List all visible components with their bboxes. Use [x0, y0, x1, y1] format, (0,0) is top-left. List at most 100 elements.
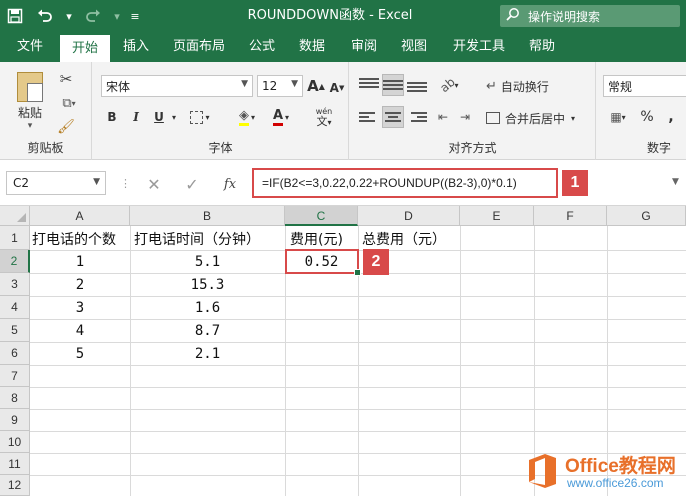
clipboard-group-label: 剪贴板 [27, 141, 64, 155]
row-header-2[interactable]: 2 [0, 250, 30, 273]
gridline [30, 431, 686, 432]
row-header-4[interactable]: 4 [0, 296, 30, 319]
cell-a1[interactable]: 打电话的个数 [32, 229, 116, 249]
undo-icon[interactable] [30, 0, 60, 32]
increase-indent-button[interactable]: ⇥ [454, 106, 476, 128]
cell-b3[interactable]: 15.3 [130, 277, 285, 293]
column-header-b[interactable]: B [130, 206, 285, 226]
name-box[interactable]: C2 ▼ [6, 171, 106, 195]
format-painter-button[interactable]: 🖌 [54, 116, 78, 138]
cell-b6[interactable]: 2.1 [130, 346, 285, 362]
column-header-a[interactable]: A [30, 206, 130, 226]
column-header-f[interactable]: F [534, 206, 607, 226]
row-header-11[interactable]: 11 [0, 453, 30, 475]
undo-dropdown-icon[interactable]: ▾ [60, 0, 78, 32]
middle-align-button[interactable] [382, 74, 404, 96]
accounting-format-button[interactable]: ▦ ▾ [603, 106, 633, 128]
phonetic-button[interactable]: wén 文▾ [307, 104, 341, 132]
top-align-button[interactable] [358, 74, 380, 96]
comma-style-button[interactable]: , [661, 106, 681, 128]
cell-b4[interactable]: 1.6 [130, 300, 285, 316]
row-header-12[interactable]: 12 [0, 475, 30, 496]
row-header-9[interactable]: 9 [0, 409, 30, 431]
tab-help[interactable]: 帮助 [520, 32, 564, 62]
underline-button[interactable]: U [149, 106, 169, 128]
tab-developer[interactable]: 开发工具 [444, 32, 514, 62]
font-color-icon: A [272, 108, 284, 126]
cell-b5[interactable]: 8.7 [130, 323, 285, 339]
row-header-10[interactable]: 10 [0, 431, 30, 453]
column-header-d[interactable]: D [358, 206, 460, 226]
font-color-button[interactable]: A ▾ [265, 106, 297, 128]
cell-a3[interactable]: 2 [30, 277, 130, 293]
paste-button[interactable]: 粘贴 ▾ [10, 68, 50, 134]
orientation-button[interactable]: ab ▾ [432, 74, 466, 96]
cell-d1[interactable]: 总费用（元） [362, 229, 446, 249]
font-name-select[interactable]: 宋体 ▼ [101, 75, 253, 97]
orientation-icon: ab [436, 74, 458, 96]
name-box-value: C2 [13, 176, 30, 190]
number-format-select[interactable]: 常规 [603, 75, 686, 97]
decrease-indent-button[interactable]: ⇤ [432, 106, 454, 128]
tab-review[interactable]: 审阅 [342, 32, 386, 62]
row-header-8[interactable]: 8 [0, 387, 30, 409]
bold-button[interactable]: B [101, 106, 123, 128]
select-all-button[interactable] [0, 206, 30, 226]
save-icon[interactable] [0, 0, 30, 32]
tab-insert[interactable]: 插入 [114, 32, 158, 62]
align-right-button[interactable] [406, 106, 428, 128]
expand-formula-bar-icon[interactable]: ▼ [672, 177, 679, 187]
cell-b1[interactable]: 打电话时间（分钟） [134, 229, 260, 249]
bottom-align-button[interactable] [406, 74, 428, 96]
cell-b2[interactable]: 5.1 [130, 254, 285, 270]
redo-dropdown-icon[interactable]: ▾ [108, 0, 126, 32]
formula-bar-grip-icon[interactable]: ⋮ [120, 177, 131, 190]
copy-button[interactable]: ⧉ ▾ [54, 92, 84, 114]
redo-icon[interactable] [78, 0, 108, 32]
wrap-text-button[interactable]: ↵ 自动换行 [486, 74, 570, 98]
cut-button[interactable]: ✂ [54, 68, 78, 90]
tab-home[interactable]: 开始 [60, 35, 110, 62]
column-header-c[interactable]: C [285, 206, 358, 226]
row-header-5[interactable]: 5 [0, 319, 30, 342]
quick-access-toolbar: ▾ ▾ ≡ [0, 0, 144, 32]
tab-page-layout[interactable]: 页面布局 [164, 32, 234, 62]
font-size-select[interactable]: 12 ▼ [257, 75, 303, 97]
increase-font-icon[interactable]: A ▲ [307, 76, 325, 96]
cell-a5[interactable]: 4 [30, 323, 130, 339]
cell-a4[interactable]: 3 [30, 300, 130, 316]
tab-view[interactable]: 视图 [392, 32, 436, 62]
italic-button[interactable]: I [125, 106, 147, 128]
formula-input[interactable]: =IF(B2<=3,0.22,0.22+ROUNDUP((B2-3),0)*0.… [252, 168, 558, 198]
cancel-icon[interactable]: ✕ [142, 173, 166, 195]
tab-data[interactable]: 数据 [290, 32, 334, 62]
row-header-6[interactable]: 6 [0, 342, 30, 365]
row-header-3[interactable]: 3 [0, 273, 30, 296]
align-left-button[interactable] [358, 106, 380, 128]
insert-function-icon[interactable]: fx [218, 173, 242, 195]
customize-qat-icon[interactable]: ≡ [126, 0, 144, 32]
callout-badge-1: 1 [562, 170, 588, 196]
tell-me-search[interactable]: 操作说明搜索 [500, 5, 680, 27]
column-header-g[interactable]: G [607, 206, 686, 226]
align-center-button[interactable] [382, 106, 404, 128]
decrease-font-icon[interactable]: A ▼ [329, 78, 345, 98]
underline-dropdown-icon[interactable]: ▾ [169, 106, 179, 128]
column-header-e[interactable]: E [460, 206, 534, 226]
percent-style-button[interactable]: % [637, 106, 657, 128]
tab-file[interactable]: 文件 [8, 32, 52, 62]
row-header-1[interactable]: 1 [0, 226, 30, 250]
tab-formulas[interactable]: 公式 [240, 32, 284, 62]
fill-color-button[interactable]: ◈ ▾ [231, 106, 263, 128]
cell-c1[interactable]: 费用(元) [290, 229, 343, 249]
clipboard-group: 粘贴 ▾ ✂ ⧉ ▾ 🖌 剪贴板 [0, 62, 92, 160]
merge-center-button[interactable]: 合并后居中 ▾ [486, 106, 592, 130]
enter-icon[interactable]: ✓ [180, 173, 204, 195]
borders-button[interactable]: ▾ [185, 106, 215, 128]
cell-a6[interactable]: 5 [30, 346, 130, 362]
row-header-7[interactable]: 7 [0, 365, 30, 387]
active-cell-selection[interactable] [285, 249, 361, 276]
outdent-icon: ⇤ [437, 110, 449, 124]
cell-a2[interactable]: 1 [30, 254, 130, 270]
number-group-label: 数字 [647, 141, 672, 155]
